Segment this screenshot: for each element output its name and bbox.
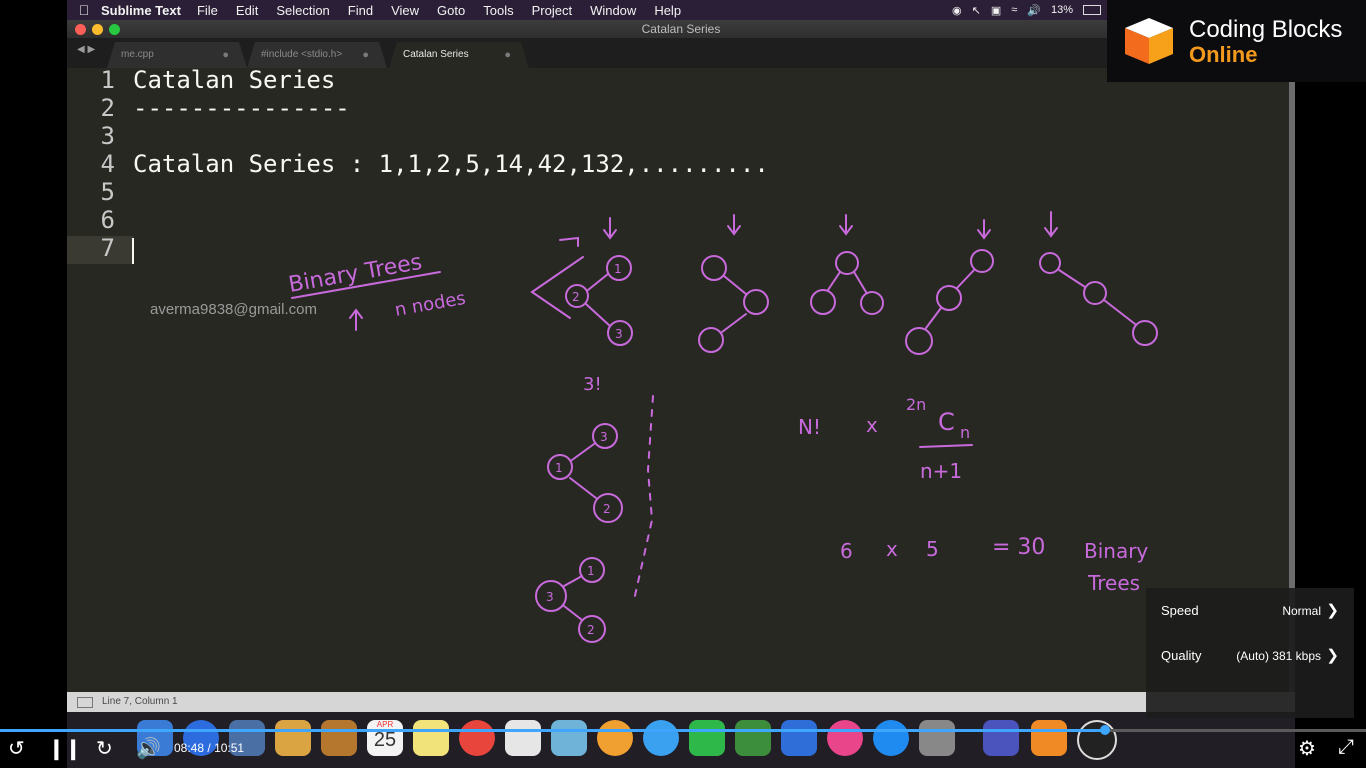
logo-text-line2: Online bbox=[1189, 42, 1258, 67]
tree-node bbox=[905, 327, 933, 355]
tree-node bbox=[810, 289, 836, 315]
node-label: 1 bbox=[614, 262, 622, 276]
down-arrow bbox=[1044, 211, 1058, 238]
fullscreen-exit-icon[interactable]: ⤢ bbox=[1338, 736, 1354, 759]
pause-button[interactable]: ❙❙ bbox=[48, 736, 82, 761]
down-arrow bbox=[977, 219, 991, 240]
settings-gear-icon[interactable]: ⚙ bbox=[1298, 736, 1316, 761]
quality-option[interactable]: Quality (Auto) 381 kbps ❯ bbox=[1161, 645, 1339, 667]
chevron-right-icon: ❯ bbox=[1326, 647, 1339, 664]
down-arrow bbox=[839, 214, 853, 236]
three-factorial-text: 3! bbox=[583, 374, 602, 395]
chevron-right-icon: ❯ bbox=[1326, 602, 1339, 619]
node-label: 2 bbox=[587, 623, 595, 637]
tree-edge bbox=[1058, 269, 1136, 325]
quality-value: (Auto) 381 kbps bbox=[1236, 649, 1321, 663]
down-arrow bbox=[727, 214, 741, 236]
times-text-2: x bbox=[886, 537, 898, 561]
tree-edge bbox=[925, 269, 975, 329]
volume-icon[interactable]: 🔊 bbox=[136, 736, 161, 761]
tree-node bbox=[936, 285, 962, 311]
node-label: 3 bbox=[600, 430, 608, 444]
up-arrow bbox=[349, 308, 363, 331]
two-n-text: 2n bbox=[906, 395, 926, 414]
tree-node bbox=[835, 251, 859, 275]
tree-node bbox=[1039, 252, 1061, 274]
tree-node bbox=[1132, 320, 1158, 346]
time-separator: / bbox=[207, 741, 211, 755]
tree-node bbox=[701, 255, 727, 281]
time-display: 08:48 / 10:51 bbox=[174, 741, 244, 755]
tree-node bbox=[970, 249, 994, 273]
speed-option[interactable]: Speed Normal ❯ bbox=[1161, 600, 1339, 622]
n-factorial-text: N! bbox=[798, 415, 821, 439]
node-label: 1 bbox=[587, 564, 595, 578]
tree-node bbox=[860, 291, 884, 315]
status-bar: Line 7, Column 1 bbox=[67, 692, 1295, 712]
dotted-divider bbox=[633, 395, 654, 601]
equals-thirty-text: = 30 bbox=[992, 535, 1045, 560]
tree-edge bbox=[721, 275, 747, 333]
player-settings-menu: Speed Normal ❯ Quality (Auto) 381 kbps ❯ bbox=[1146, 588, 1354, 718]
calendar-month: APR bbox=[376, 720, 394, 729]
tree-node bbox=[698, 327, 724, 353]
logo-text-line1: Coding Blocks bbox=[1189, 16, 1343, 43]
times-text: x bbox=[866, 413, 878, 437]
tree-edge bbox=[585, 273, 611, 327]
down-arrow bbox=[603, 217, 617, 240]
speed-label: Speed bbox=[1161, 603, 1199, 618]
coding-blocks-logo: Coding Blocks Online bbox=[1107, 0, 1366, 82]
node-label: 2 bbox=[572, 290, 580, 304]
node-label: 3 bbox=[546, 590, 554, 604]
tree-node bbox=[1083, 281, 1107, 305]
six-text: 6 bbox=[840, 539, 853, 563]
node-label: 3 bbox=[615, 327, 623, 341]
speed-value: Normal bbox=[1282, 604, 1321, 618]
fraction-bar bbox=[919, 444, 973, 448]
replay-icon[interactable]: ↺ bbox=[8, 736, 25, 761]
node-label: 1 bbox=[555, 461, 563, 475]
five-text: 5 bbox=[926, 537, 939, 561]
cursor-position[interactable]: Line 7, Column 1 bbox=[102, 692, 178, 712]
c-text: C bbox=[938, 408, 955, 436]
cube-logo-icon bbox=[1125, 18, 1173, 64]
binary-trees-text: Binary Trees bbox=[287, 250, 424, 298]
n-sub-text: n bbox=[960, 423, 970, 442]
binary-word-text: Binary bbox=[1084, 539, 1148, 563]
n-nodes-text: n nodes bbox=[393, 288, 467, 321]
node-label: 2 bbox=[603, 502, 611, 516]
panel-toggle-icon[interactable] bbox=[77, 697, 93, 708]
trees-word-text: Trees bbox=[1087, 571, 1140, 595]
n-plus-1-text: n+1 bbox=[920, 459, 962, 483]
duration: 10:51 bbox=[214, 741, 245, 755]
current-time: 08:48 bbox=[174, 741, 205, 755]
tree-edge bbox=[569, 443, 597, 499]
quality-label: Quality bbox=[1161, 648, 1202, 663]
tree-node bbox=[743, 289, 769, 315]
forward-icon[interactable]: ↻ bbox=[96, 736, 113, 761]
